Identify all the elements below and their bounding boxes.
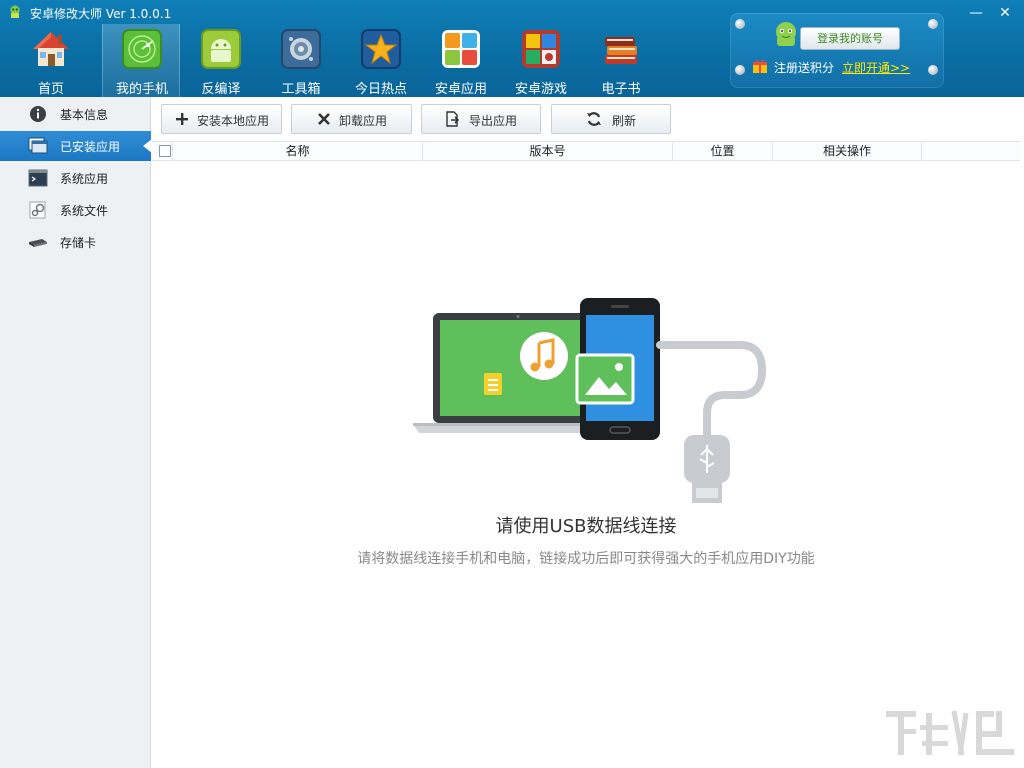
export-app-button[interactable]: 导出应用 xyxy=(421,104,541,134)
export-label: 导出应用 xyxy=(469,114,518,128)
empty-state-subtitle: 请将数据线连接手机和电脑，链接成功后即可获得强大的手机应用DIY功能 xyxy=(357,551,815,567)
usb-connect-illustration xyxy=(413,298,767,503)
nav-item-hot-today[interactable]: 今日热点 xyxy=(342,24,420,97)
nav-label-home: 首页 xyxy=(37,82,64,97)
refresh-icon xyxy=(587,112,601,126)
install-label: 安装本地应用 xyxy=(197,114,270,128)
installed-apps-icon xyxy=(28,137,48,154)
refresh-label: 刷新 xyxy=(612,114,637,128)
system-files-icon xyxy=(29,201,46,219)
rivet-icon xyxy=(735,65,745,75)
android-box-icon xyxy=(201,29,241,69)
sidebar-label: 系统应用 xyxy=(60,172,109,186)
sidebar-item-system-apps[interactable]: 系统应用 xyxy=(0,163,151,193)
account-card: 登录我的账号 注册送积分 立即开通>> xyxy=(730,13,944,88)
gear-box-icon xyxy=(281,29,321,69)
house-icon xyxy=(33,32,69,66)
nav-label-android-games: 安卓游戏 xyxy=(514,82,567,97)
export-icon xyxy=(446,111,460,127)
close-button[interactable]: ✕ xyxy=(991,2,1019,24)
column-name[interactable]: 名称 xyxy=(172,143,422,161)
plus-icon xyxy=(176,113,188,125)
sidebar-label: 基本信息 xyxy=(60,108,109,122)
install-local-app-button[interactable]: 安装本地应用 xyxy=(161,104,282,134)
active-pointer-icon xyxy=(143,139,152,153)
nav-label-my-phone: 我的手机 xyxy=(115,82,168,97)
refresh-button[interactable]: 刷新 xyxy=(551,104,671,134)
column-actions[interactable]: 相关操作 xyxy=(772,143,922,161)
close-x-icon xyxy=(318,113,330,125)
select-all-checkbox[interactable] xyxy=(159,145,171,157)
minimize-button[interactable]: — xyxy=(962,2,990,24)
sd-card-icon xyxy=(29,239,47,247)
uninstall-label: 卸载应用 xyxy=(339,114,388,128)
system-app-icon xyxy=(28,169,48,187)
sidebar-item-sd-card[interactable]: 存储卡 xyxy=(0,227,151,257)
radar-phone-icon xyxy=(122,29,162,69)
android-avatar-icon xyxy=(776,22,796,46)
info-icon xyxy=(30,106,46,122)
sidebar-item-system-files[interactable]: 系统文件 xyxy=(0,195,151,225)
nav-item-my-phone[interactable]: 我的手机 xyxy=(102,24,180,97)
nav-item-toolbox[interactable]: 工具箱 xyxy=(262,24,340,97)
rivet-icon xyxy=(735,19,745,29)
nav-label-toolbox: 工具箱 xyxy=(281,82,321,97)
nav-item-decompile[interactable]: 反编译 xyxy=(182,24,260,97)
sidebar-label: 系统文件 xyxy=(60,204,109,218)
column-location[interactable]: 位置 xyxy=(672,143,772,161)
uninstall-app-button[interactable]: 卸载应用 xyxy=(291,104,412,134)
nav-item-android-apps[interactable]: 安卓应用 xyxy=(422,24,500,97)
empty-state-title: 请使用USB数据线连接 xyxy=(495,516,677,537)
column-version[interactable]: 版本号 xyxy=(422,143,672,161)
open-now-link[interactable]: 立即开通>> xyxy=(842,59,910,76)
nav-label-ebooks: 电子书 xyxy=(601,82,641,97)
rivet-icon xyxy=(928,19,938,29)
nav-item-android-games[interactable]: 安卓游戏 xyxy=(502,24,580,97)
app-logo-icon xyxy=(10,5,20,18)
nav-item-home[interactable]: 首页 xyxy=(12,24,90,97)
window-title: 安卓修改大师 Ver 1.0.0.1 xyxy=(30,7,172,21)
game-cube-icon xyxy=(522,30,560,68)
app-table-header: 名称 版本号 位置 相关操作 xyxy=(152,141,1020,161)
nav-label-decompile: 反编译 xyxy=(201,82,241,97)
nav-label-hot-today: 今日热点 xyxy=(354,82,407,97)
app-tiles-icon xyxy=(442,30,480,68)
star-icon xyxy=(361,29,401,69)
books-icon xyxy=(605,37,637,64)
sidebar-item-basic-info[interactable]: 基本信息 xyxy=(0,99,151,129)
sidebar-item-installed-apps[interactable]: 已安装应用 xyxy=(0,131,152,161)
register-points-text: 注册送积分 xyxy=(774,61,835,75)
sidebar: 基本信息 已安装应用 系统应用 系统文件 存储卡 xyxy=(0,97,152,768)
gift-icon xyxy=(753,59,767,73)
nav-label-android-apps: 安卓应用 xyxy=(434,82,487,97)
watermark-logo-icon xyxy=(886,710,1014,756)
login-button[interactable]: 登录我的账号 xyxy=(800,27,900,50)
sidebar-label: 存储卡 xyxy=(60,236,97,250)
header-bar: 安卓修改大师 Ver 1.0.0.1 — ✕ 首页 我的手机 反编译 工具箱 今… xyxy=(0,0,1024,97)
sidebar-label: 已安装应用 xyxy=(60,140,121,154)
nav-item-ebooks[interactable]: 电子书 xyxy=(582,24,660,97)
rivet-icon xyxy=(928,65,938,75)
